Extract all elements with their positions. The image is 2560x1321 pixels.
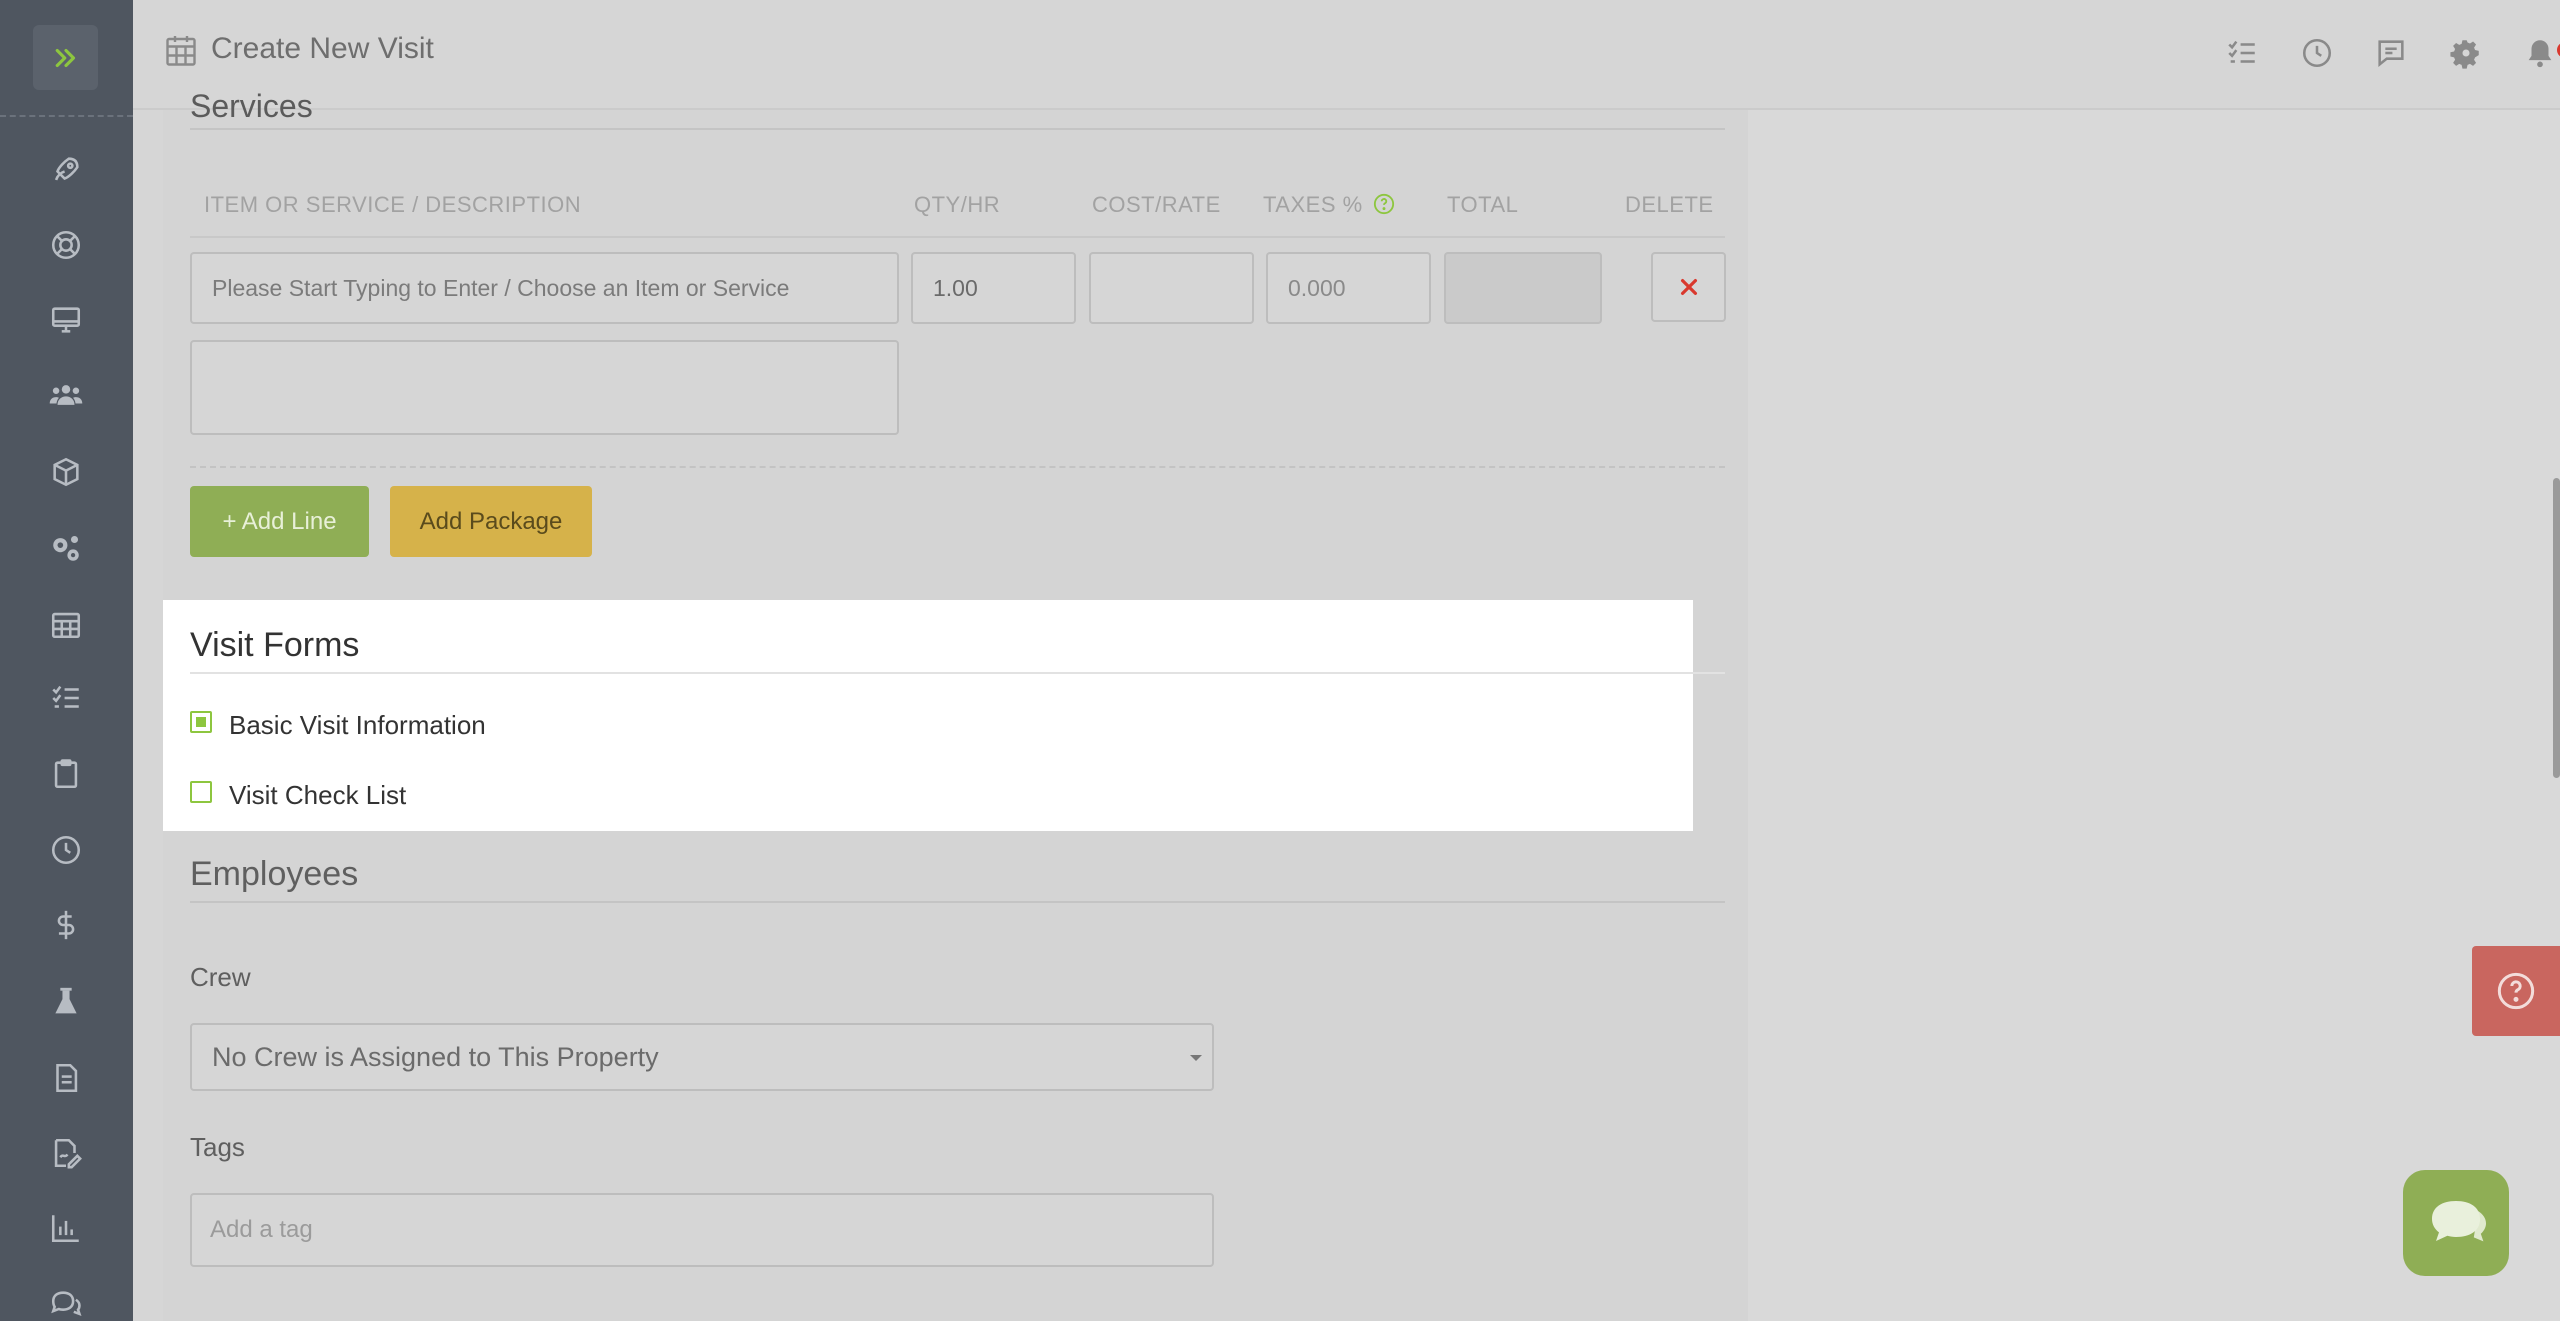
services-divider	[190, 128, 1725, 130]
crew-select[interactable]: No Crew is Assigned to This Property	[190, 1023, 1214, 1091]
table-header-divider	[190, 236, 1725, 238]
calendar-icon	[166, 36, 196, 66]
sidebar-item-messages[interactable]	[46, 1284, 86, 1321]
taxes-label: TAXES %	[1263, 192, 1363, 217]
sidebar-divider	[0, 115, 133, 117]
cost-input[interactable]	[1089, 252, 1254, 324]
sidebar-item-users[interactable]	[46, 375, 86, 415]
add-line-button[interactable]: + Add Line	[190, 486, 369, 557]
qty-input[interactable]: 1.00	[911, 252, 1076, 324]
flask-icon	[55, 987, 77, 1014]
gears-icon	[53, 535, 79, 561]
comments-icon	[51, 1291, 82, 1317]
users-icon	[49, 385, 83, 405]
chat-icon[interactable]	[2374, 36, 2408, 70]
lifebuoy-icon	[51, 230, 81, 260]
help-tab-button[interactable]	[2472, 946, 2560, 1036]
sidebar-item-clipboard[interactable]	[46, 754, 86, 794]
services-heading: Services	[190, 88, 313, 118]
delete-line-button[interactable]	[1651, 252, 1726, 322]
services-dashed-divider	[190, 466, 1725, 468]
bar-chart-icon	[51, 1215, 79, 1243]
sidebar-item-support[interactable]	[46, 225, 86, 265]
signature-icon	[54, 1138, 82, 1169]
column-header-cost: COST/RATE	[1092, 192, 1221, 217]
visit-forms-divider	[190, 672, 1725, 674]
column-header-item: ITEM OR SERVICE / DESCRIPTION	[204, 192, 582, 217]
sidebar-item-inventory[interactable]	[46, 452, 86, 492]
crew-select-value: No Crew is Assigned to This Property	[212, 1041, 659, 1072]
close-icon	[1680, 278, 1697, 296]
page-title: Create New Visit	[211, 32, 434, 65]
crew-label: Crew	[190, 962, 251, 992]
checklist-icon[interactable]	[2225, 36, 2259, 70]
sidebar-item-documents[interactable]	[46, 1058, 86, 1098]
caret-down-icon	[1190, 1055, 1202, 1061]
sidebar-item-billing[interactable]	[46, 905, 86, 945]
dollar-icon	[57, 910, 75, 940]
total-field	[1444, 252, 1602, 324]
sidebar-item-monitor[interactable]	[46, 300, 86, 340]
item-service-input[interactable]: Please Start Typing to Enter / Choose an…	[190, 252, 899, 324]
gear-icon[interactable]	[2449, 36, 2483, 70]
basic-visit-information-checkbox[interactable]	[190, 711, 212, 733]
calendar-icon	[51, 612, 81, 639]
rocket-icon	[54, 157, 79, 181]
checklist-icon	[52, 685, 79, 708]
column-header-total: TOTAL	[1447, 192, 1519, 217]
sidebar-item-calendar[interactable]	[46, 604, 86, 644]
top-header: Create New Visit	[133, 0, 2560, 110]
sidebar-toggle-button[interactable]	[33, 25, 98, 90]
sidebar-item-lab[interactable]	[46, 982, 86, 1022]
visit-check-list-checkbox[interactable]	[190, 781, 212, 803]
sidebar-item-tasks[interactable]	[46, 678, 86, 718]
tags-label: Tags	[190, 1132, 245, 1162]
double-chevron-right-icon	[55, 48, 75, 67]
clock-icon[interactable]	[2300, 36, 2334, 70]
employees-title: Employees	[190, 855, 359, 893]
sidebar-item-rocket[interactable]	[46, 150, 86, 190]
clipboard-icon	[54, 759, 78, 789]
sidebar-item-signatures[interactable]	[46, 1133, 86, 1173]
tags-input[interactable]: Add a tag	[190, 1193, 1214, 1267]
description-textarea[interactable]	[190, 340, 899, 435]
chat-bubbles-icon	[2432, 1201, 2486, 1242]
taxes-input[interactable]: 0.000	[1266, 252, 1431, 324]
add-package-button[interactable]: Add Package	[390, 486, 592, 557]
column-header-delete: DELETE	[1625, 192, 1714, 217]
visit-forms-title: Visit Forms	[190, 626, 360, 664]
question-circle-icon	[2497, 972, 2535, 1010]
sidebar-item-time[interactable]	[46, 830, 86, 870]
live-chat-button[interactable]	[2403, 1170, 2509, 1276]
page-scrollbar[interactable]	[2553, 478, 2560, 778]
sidebar	[0, 0, 133, 1321]
monitor-icon	[51, 307, 81, 333]
column-header-qty: QTY/HR	[914, 192, 1001, 217]
sidebar-item-settings[interactable]	[46, 528, 86, 568]
basic-visit-information-label[interactable]: Basic Visit Information	[229, 710, 486, 741]
clock-icon	[51, 835, 81, 865]
help-circle-icon[interactable]	[1373, 193, 1395, 215]
document-icon	[56, 1063, 78, 1093]
box-icon	[53, 457, 79, 487]
sidebar-item-reports[interactable]	[46, 1208, 86, 1248]
right-panel	[1748, 110, 2560, 1321]
visit-check-list-label[interactable]: Visit Check List	[229, 780, 406, 811]
employees-divider	[190, 901, 1725, 903]
column-header-taxes: TAXES %	[1263, 192, 1395, 218]
bell-icon[interactable]	[2523, 36, 2557, 70]
